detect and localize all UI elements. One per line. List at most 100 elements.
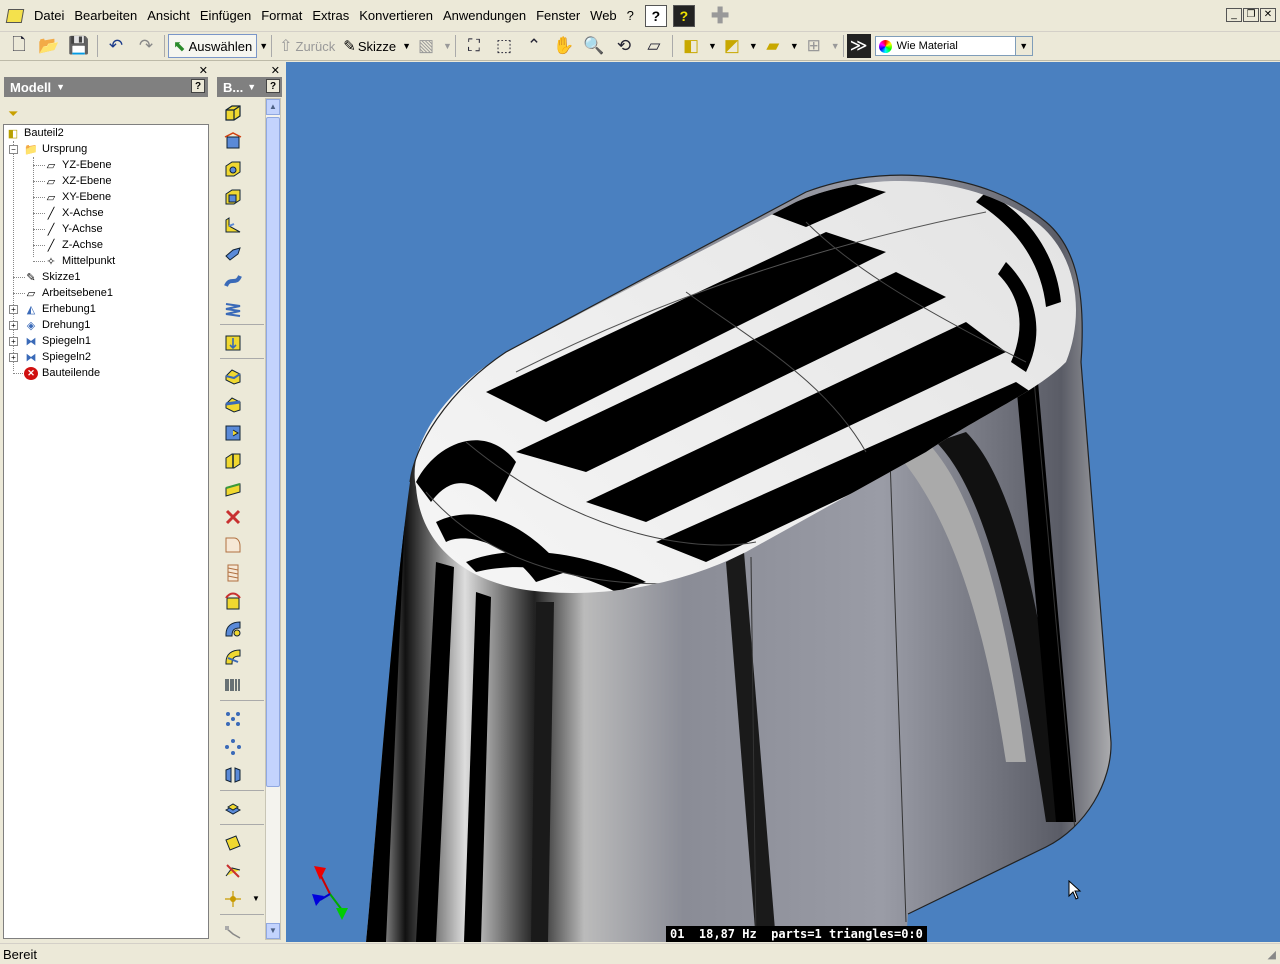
expand-icon[interactable]: + xyxy=(9,353,18,362)
minimize-icon[interactable]: _ xyxy=(1226,8,1242,22)
tree-item-mirror2[interactable]: ⧓ Spiegeln2 xyxy=(24,349,91,365)
extrude-icon[interactable] xyxy=(222,102,244,124)
camera-icon[interactable]: ◩ xyxy=(717,34,747,58)
graphics-viewport[interactable]: 01 18,87 Hz parts=1 triangles=0:0 xyxy=(286,62,1280,942)
fillet-icon[interactable] xyxy=(222,366,244,388)
derived-component-icon[interactable] xyxy=(222,646,244,668)
tree-item-workplane1[interactable]: ▱ Arbeitsebene1 xyxy=(24,285,113,301)
undo-icon[interactable]: ↶ xyxy=(101,34,131,58)
loft-icon[interactable] xyxy=(222,242,244,264)
rib-icon[interactable] xyxy=(222,214,244,236)
coil-icon[interactable] xyxy=(222,298,244,320)
tree-item-z-axis[interactable]: ╱ Z-Achse xyxy=(44,237,103,253)
mirror-feature-icon[interactable] xyxy=(222,764,244,786)
tree-item-origin[interactable]: 📁 Ursprung xyxy=(24,141,87,157)
update-icon[interactable]: ▧ xyxy=(411,34,441,58)
save-icon[interactable]: 💾 xyxy=(64,34,94,58)
camera-dropdown-icon[interactable]: ▼ xyxy=(749,41,758,51)
zoom-selected-icon[interactable]: 🔍 xyxy=(579,34,609,58)
menu-help[interactable]: ? xyxy=(622,0,639,32)
tree-item-xz-plane[interactable]: ▱ XZ-Ebene xyxy=(44,173,112,189)
scroll-down-icon[interactable]: ▼ xyxy=(266,923,280,939)
filter-icon[interactable]: ⏷ xyxy=(8,106,18,122)
tree-item-y-axis[interactable]: ╱ Y-Achse xyxy=(44,221,103,237)
expand-icon[interactable]: + xyxy=(9,337,18,346)
display-mode-dropdown-icon[interactable]: ▼ xyxy=(708,41,717,51)
open-folder-icon[interactable]: 📂 xyxy=(34,34,64,58)
zoom-icon[interactable]: ⌃ xyxy=(519,34,549,58)
pan-icon[interactable]: ✋ xyxy=(549,34,579,58)
work-axis-icon[interactable] xyxy=(222,860,244,882)
sweep-icon[interactable] xyxy=(222,270,244,292)
tree-item-revolve1[interactable]: ◈ Drehung1 xyxy=(24,317,91,333)
menu-konvertieren[interactable]: Konvertieren xyxy=(354,0,438,32)
shadow-dropdown-icon[interactable]: ▼ xyxy=(790,41,799,51)
hole-icon[interactable] xyxy=(222,158,244,180)
style-icon[interactable]: ≫ xyxy=(846,34,871,58)
plus-icon[interactable]: ✚ xyxy=(711,4,729,26)
select-dropdown-icon[interactable]: ▼ xyxy=(259,41,268,51)
replace-face-icon[interactable] xyxy=(222,590,244,612)
new-file-icon[interactable]: 🗋 xyxy=(4,34,34,58)
select-button[interactable]: ⬉ Auswählen xyxy=(168,34,258,58)
split-icon[interactable] xyxy=(222,450,244,472)
circular-pattern-icon[interactable] xyxy=(222,736,244,758)
thread-icon[interactable] xyxy=(222,562,244,584)
rectangular-pattern-icon[interactable] xyxy=(222,708,244,730)
tree-item-mirror1[interactable]: ⧓ Spiegeln1 xyxy=(24,333,91,349)
panel-help-icon[interactable]: ? xyxy=(191,79,205,93)
restore-icon[interactable]: ❐ xyxy=(1243,8,1259,22)
tree-item-part[interactable]: ◧ Bauteil2 xyxy=(6,125,64,141)
tree-item-center-point[interactable]: ✧ Mittelpunkt xyxy=(44,253,115,269)
panel-close-icon[interactable]: ✕ xyxy=(271,64,280,77)
work-plane-icon[interactable] xyxy=(222,832,244,854)
zoom-all-icon[interactable]: ⛶ xyxy=(459,34,489,58)
tree-item-part-end[interactable]: ✕ Bauteilende xyxy=(24,365,100,381)
ucs-icon[interactable] xyxy=(222,922,244,944)
look-at-icon[interactable]: ▱ xyxy=(639,34,669,58)
revolve-icon[interactable] xyxy=(222,130,244,152)
menu-datei[interactable]: Datei xyxy=(29,0,69,32)
menu-format[interactable]: Format xyxy=(256,0,307,32)
collapse-icon[interactable]: − xyxy=(9,145,18,154)
shadow-icon[interactable]: ▰ xyxy=(758,34,788,58)
scroll-thumb[interactable] xyxy=(266,117,280,787)
delete-face-icon[interactable] xyxy=(222,506,244,528)
material-select[interactable]: Wie Material ▼ xyxy=(874,36,1033,56)
redo-icon[interactable]: ↷ xyxy=(131,34,161,58)
menu-anwendungen[interactable]: Anwendungen xyxy=(438,0,531,32)
panel-close-icon[interactable]: ✕ xyxy=(199,64,208,77)
close-icon[interactable]: ✕ xyxy=(1260,8,1276,22)
zoom-window-icon[interactable]: ⬚ xyxy=(489,34,519,58)
model-panel-header[interactable]: Modell ▼ ? xyxy=(4,77,208,97)
shell-icon[interactable] xyxy=(222,186,244,208)
chevron-down-icon[interactable]: ▼ xyxy=(247,82,256,92)
app-icon[interactable] xyxy=(5,8,25,23)
tree-item-loft1[interactable]: ◭ Erhebung1 xyxy=(24,301,96,317)
tool-panel-header[interactable]: B... ▼ ? xyxy=(217,77,282,97)
menu-fenster[interactable]: Fenster xyxy=(531,0,585,32)
tree-item-x-axis[interactable]: ╱ X-Achse xyxy=(44,205,104,221)
panel-help-icon[interactable]: ? xyxy=(266,79,280,93)
face-draft-icon[interactable] xyxy=(222,422,244,444)
promote-icon[interactable] xyxy=(222,798,244,820)
emboss-icon[interactable] xyxy=(222,332,244,354)
chevron-down-icon[interactable]: ▼ xyxy=(56,82,65,92)
sketch-dropdown-icon[interactable]: ▼ xyxy=(402,41,411,51)
menu-bearbeiten[interactable]: Bearbeiten xyxy=(69,0,142,32)
structure-icon[interactable]: ⊞ xyxy=(799,34,829,58)
menu-web[interactable]: Web xyxy=(585,0,622,32)
work-point-icon[interactable] xyxy=(222,888,244,910)
expand-icon[interactable]: + xyxy=(9,321,18,330)
tool-panel-scrollbar[interactable]: ▲ ▼ xyxy=(265,98,281,940)
scroll-up-icon[interactable]: ▲ xyxy=(266,99,280,115)
back-button[interactable]: ⇧ Zurück xyxy=(275,34,339,58)
chamfer-icon[interactable] xyxy=(222,394,244,416)
tree-item-yz-plane[interactable]: ▱ YZ-Ebene xyxy=(44,157,112,173)
work-point-dropdown-icon[interactable]: ▼ xyxy=(252,894,260,903)
bend-part-icon[interactable] xyxy=(222,534,244,556)
update-dropdown-icon[interactable]: ▼ xyxy=(443,41,452,51)
help-tool-icon[interactable]: ? xyxy=(644,4,667,27)
decal-icon[interactable] xyxy=(222,618,244,640)
thicken-icon[interactable] xyxy=(222,478,244,500)
